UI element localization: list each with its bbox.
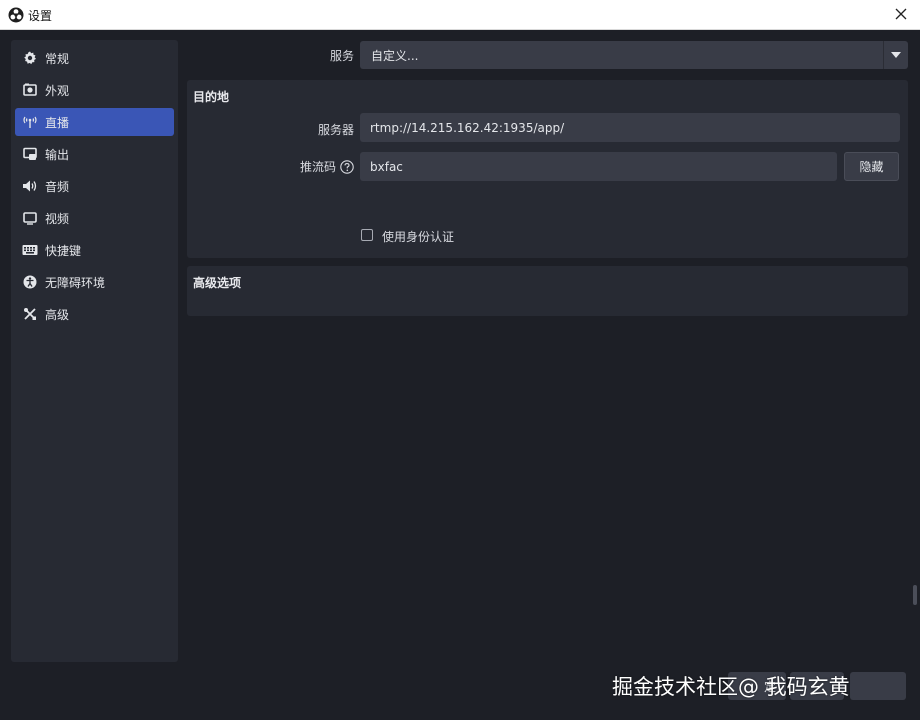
hide-key-button[interactable]: 隐藏	[844, 152, 899, 181]
sidebar-item-label: 常规	[45, 51, 70, 66]
obs-logo-icon	[8, 7, 24, 23]
sidebar-item-hotkeys[interactable]: 快捷键	[15, 236, 174, 264]
sidebar-item-label: 输出	[45, 147, 70, 162]
server-input[interactable]	[360, 113, 900, 142]
stream-key-label: 推流码	[299, 160, 336, 174]
chevron-down-icon	[891, 52, 901, 58]
sidebar-item-label: 高级	[45, 307, 70, 322]
sidebar-item-label: 外观	[45, 83, 70, 98]
sidebar-item-label: 无障碍环境	[45, 275, 106, 290]
advanced-options-group: 高级选项	[187, 266, 908, 316]
sidebar-item-advanced[interactable]: 高级	[15, 300, 174, 328]
resize-handle[interactable]	[913, 585, 917, 605]
title-bar: 设置	[0, 0, 920, 30]
service-value: 自定义...	[371, 48, 419, 63]
appearance-icon	[22, 82, 38, 98]
accessibility-icon	[22, 274, 38, 290]
use-auth-checkbox[interactable]	[361, 229, 373, 241]
apply-button[interactable]	[850, 672, 906, 700]
close-button[interactable]	[888, 2, 914, 26]
service-dropdown[interactable]: 自定义...	[360, 41, 908, 69]
destination-title: 目的地	[193, 90, 230, 104]
sidebar-item-appearance[interactable]: 外观	[15, 76, 174, 104]
advanced-options-title: 高级选项	[193, 276, 242, 290]
sidebar-item-general[interactable]: 常规	[15, 44, 174, 72]
speaker-icon	[22, 178, 38, 194]
monitor-icon	[22, 210, 38, 226]
output-icon	[22, 146, 38, 162]
sidebar-item-output[interactable]: 输出	[15, 140, 174, 168]
help-icon[interactable]	[340, 160, 354, 174]
sidebar-item-label: 视频	[45, 211, 70, 226]
sidebar-item-stream[interactable]: 直播	[15, 108, 174, 136]
sidebar-item-label: 直播	[45, 115, 70, 130]
tools-icon	[22, 306, 38, 322]
sidebar-item-label: 音频	[45, 179, 70, 194]
ok-button-label: 定	[763, 679, 776, 694]
stream-key-input[interactable]	[360, 152, 837, 181]
service-label: 服务	[329, 49, 354, 63]
use-auth-label[interactable]: 使用身份认证	[382, 228, 454, 245]
sidebar-item-accessibility[interactable]: 无障碍环境	[15, 268, 174, 296]
server-label: 服务器	[317, 123, 354, 137]
settings-sidebar: 常规 外观 直播 输出 音频 视频 快捷键 无障碍环境 高级	[11, 40, 178, 662]
dropdown-divider	[883, 41, 884, 69]
gear-icon	[22, 50, 38, 66]
ok-button[interactable]: 定	[728, 672, 786, 700]
broadcast-antenna-icon	[22, 114, 38, 130]
sidebar-item-label: 快捷键	[45, 243, 82, 258]
close-icon	[895, 8, 907, 20]
sidebar-item-audio[interactable]: 音频	[15, 172, 174, 200]
keyboard-icon	[22, 242, 38, 258]
sidebar-item-video[interactable]: 视频	[15, 204, 174, 232]
window-title: 设置	[28, 9, 53, 23]
cancel-button[interactable]	[790, 672, 844, 700]
